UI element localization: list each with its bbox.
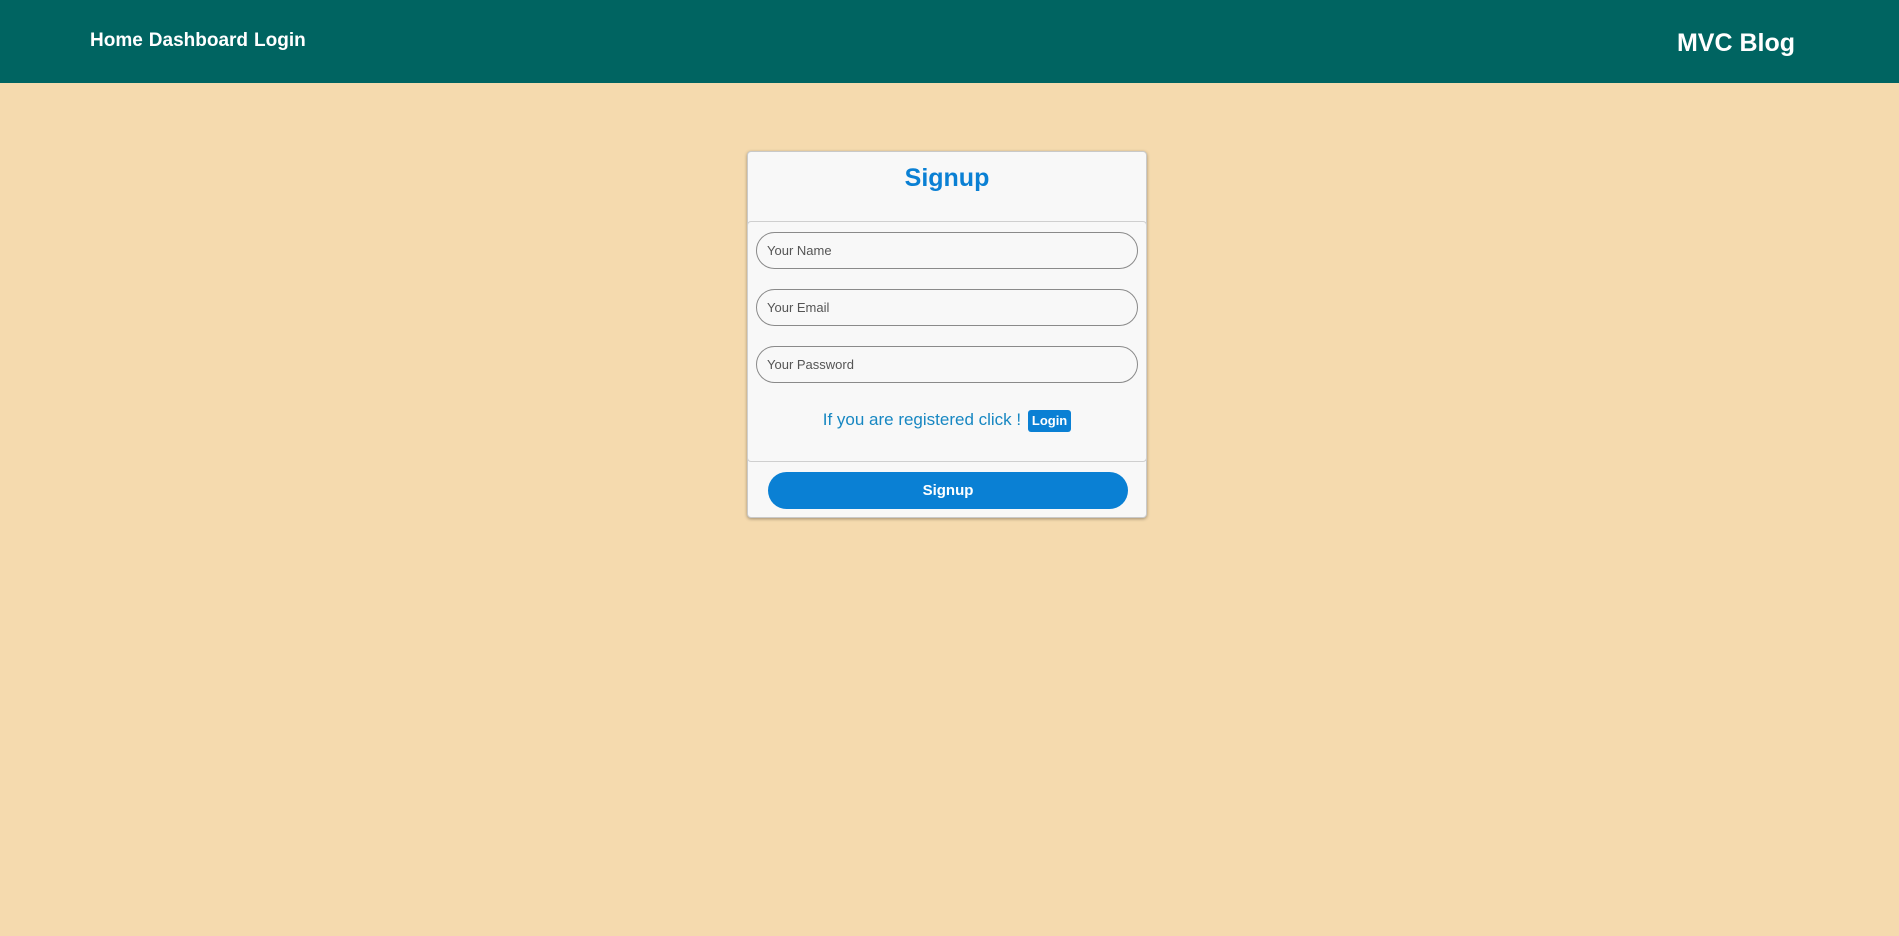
registered-text: If you are registered click ! [822,410,1022,429]
nav-login-link[interactable]: Login [254,30,306,52]
card-header: Signup [748,152,1146,222]
signup-button[interactable]: Signup [768,472,1128,509]
card-footer: Signup [748,462,1146,517]
login-button[interactable]: Login [1027,409,1072,432]
password-input[interactable] [756,346,1138,383]
brand-title: MVC Blog [1676,29,1795,57]
email-input[interactable] [756,289,1138,326]
signup-card: Signup If you are registered click ! Log… [747,151,1147,518]
signup-form: If you are registered click ! Login [747,221,1147,462]
nav-home-link[interactable]: Home [90,30,143,52]
nav-dashboard-link[interactable]: Dashboard [149,30,248,52]
top-navbar: Home Dashboard Login MVC Blog [0,0,1899,83]
name-input[interactable] [756,232,1138,269]
registered-prompt: If you are registered click ! Login [748,408,1146,432]
main-nav: Home Dashboard Login [90,30,306,52]
card-title: Signup [904,164,990,192]
